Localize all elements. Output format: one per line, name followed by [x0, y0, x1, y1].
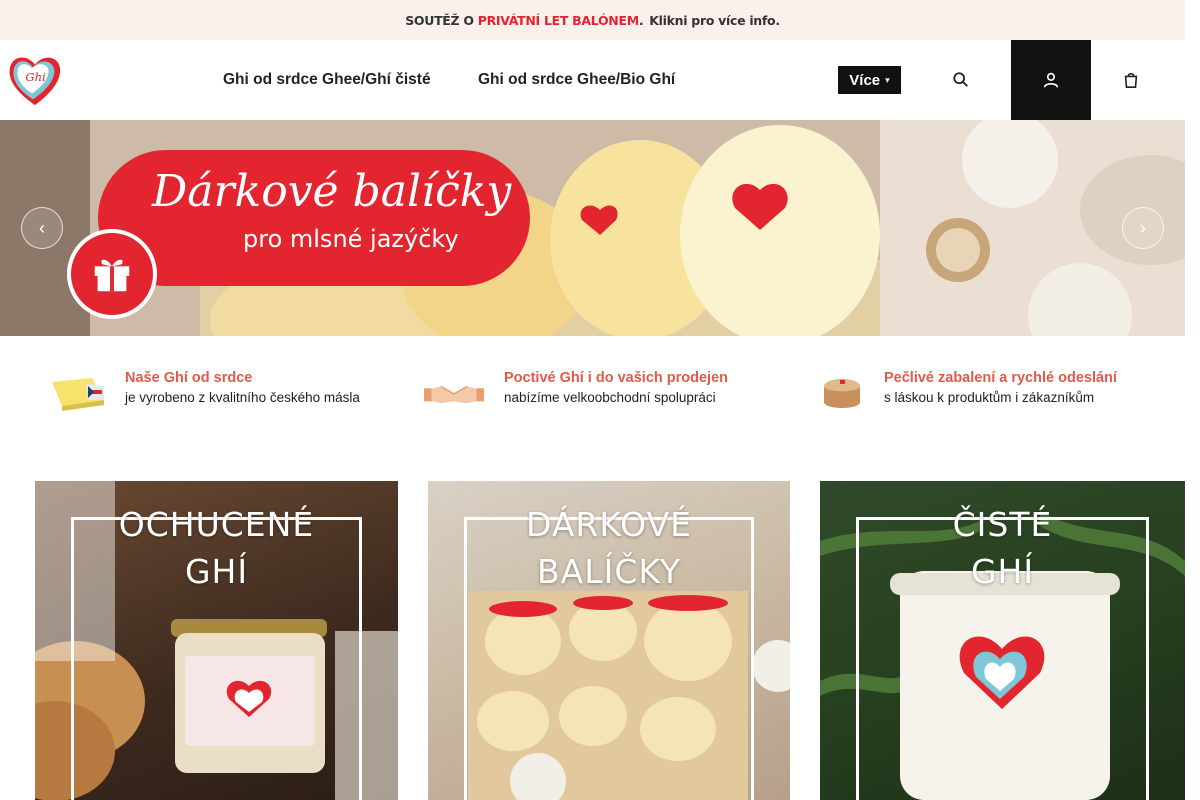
more-menu-label: Více — [849, 71, 881, 89]
promo-cta[interactable]: Klikni pro více info. — [649, 13, 780, 28]
feature-text: je vyrobeno z kvalitního českého másla — [125, 390, 360, 405]
promo-bar[interactable]: SOUTĚŽ O PRIVÁTNÍ LET BALÓNEM . Klikni p… — [0, 0, 1185, 40]
handshake-icon — [424, 385, 484, 404]
promo-highlight: PRIVÁTNÍ LET BALÓNEM — [477, 12, 639, 28]
slider-next-button[interactable]: › — [1122, 207, 1164, 249]
feature-title: Naše Ghí od srdce — [125, 370, 253, 386]
feature-title: Pečlivé zabalení a rychlé odeslání — [884, 370, 1117, 386]
page: SOUTĚŽ O PRIVÁTNÍ LET BALÓNEM . Klikni p… — [0, 0, 1185, 800]
feature-title: Poctivé Ghí i do vašich prodejen — [504, 370, 728, 386]
category-title-line2: GHÍ — [184, 552, 249, 591]
category-title-line1: DÁRKOVÉ — [526, 505, 692, 544]
feature-text: nabízíme velkoobchodní spolupráci — [504, 390, 716, 405]
hero-slider[interactable]: Dárkové balíčky pro mlsné jazýčky ‹ › — [0, 120, 1185, 336]
search-icon — [953, 72, 968, 87]
slider-prev-button[interactable]: ‹ — [21, 207, 63, 249]
promo-prefix: SOUTĚŽ O — [405, 12, 474, 28]
user-icon — [1043, 72, 1059, 88]
category-title-line1: OCHUCENÉ — [118, 505, 315, 544]
chevron-right-icon: › — [1140, 217, 1146, 238]
category-card-ciste[interactable]: ČISTÉ GHÍ — [820, 481, 1185, 800]
gift-icon — [67, 229, 157, 319]
account-button[interactable] — [1011, 40, 1091, 120]
nav-item-ghi-ciste[interactable]: Ghi od srdce Ghee/Ghí čisté — [223, 71, 431, 89]
category-title: OCHUCENÉ GHÍ — [35, 501, 398, 595]
nav-item-bio-ghi[interactable]: Ghi od srdce Ghee/Bio Ghí — [478, 71, 675, 89]
category-card-darkove[interactable]: DÁRKOVÉ BALÍČKY — [428, 481, 790, 800]
feature-text: s láskou k produktům i zákazníkům — [884, 390, 1095, 405]
promo-suffix: . — [638, 12, 644, 28]
site-header: Ghi Ghi od srdce Ghee/Ghí čisté Ghi od s… — [0, 40, 1185, 120]
category-title: ČISTÉ GHÍ — [820, 501, 1185, 595]
category-title-line2: GHÍ — [970, 552, 1035, 591]
package-icon — [824, 379, 860, 408]
svg-text:Ghi: Ghi — [25, 70, 46, 84]
cart-icon — [1124, 72, 1138, 89]
more-menu-button[interactable]: Více ▾ — [838, 66, 901, 94]
category-title: DÁRKOVÉ BALÍČKY — [428, 501, 790, 595]
chevron-left-icon: ‹ — [39, 217, 45, 238]
features-row: Naše Ghí od srdce je vyrobeno z kvalitní… — [0, 336, 1185, 456]
butter-icon — [52, 378, 104, 411]
chevron-down-icon: ▾ — [885, 74, 890, 85]
category-title-line1: ČISTÉ — [952, 505, 1053, 544]
hero-title: Dárkové balíčky — [152, 166, 512, 217]
cart-button[interactable] — [1091, 40, 1171, 120]
category-card-ochucene[interactable]: OCHUCENÉ GHÍ — [35, 481, 398, 800]
search-button[interactable] — [921, 40, 1001, 120]
category-title-line2: BALÍČKY — [537, 552, 681, 591]
heart-logo-icon: Ghi — [9, 57, 61, 106]
site-logo[interactable]: Ghi — [6, 49, 64, 111]
hero-subtitle: pro mlsné jazýčky — [243, 225, 459, 253]
